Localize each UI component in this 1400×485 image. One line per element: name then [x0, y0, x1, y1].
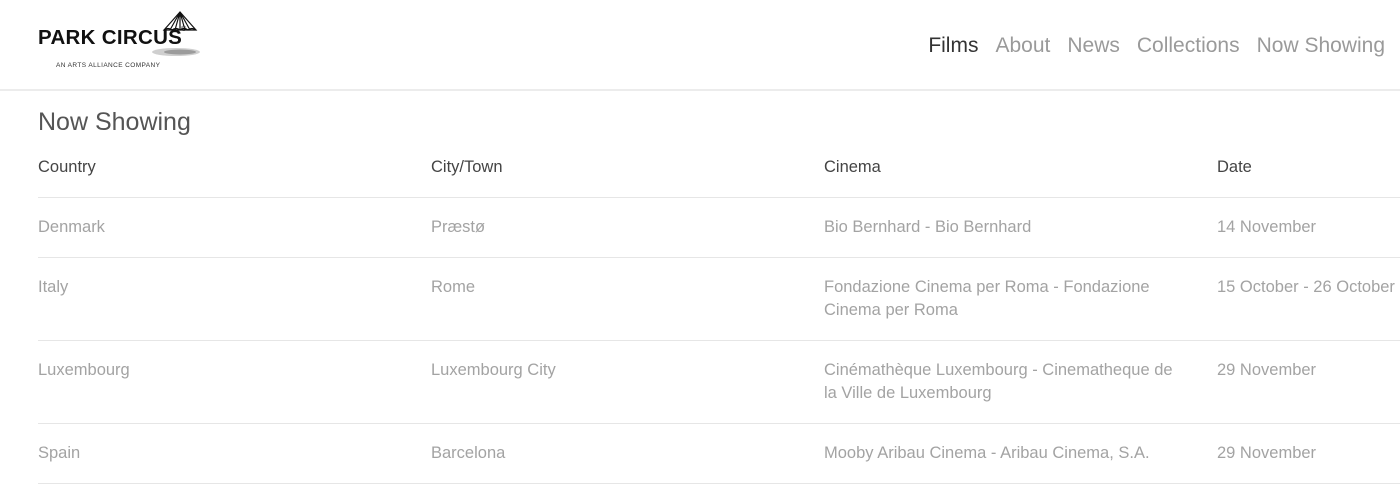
- nav-collections[interactable]: Collections: [1137, 34, 1240, 58]
- cell-country: Spain: [38, 444, 81, 462]
- cell-cinema: Mooby Aribau Cinema - Aribau Cinema, S.A…: [824, 444, 1150, 462]
- cell-date: 15 October - 26 October: [1217, 278, 1395, 296]
- cell-date: 29 November: [1217, 444, 1317, 462]
- cell-country: Luxembourg: [38, 361, 130, 379]
- main-nav: Films About News Collections Now Showing: [928, 34, 1385, 58]
- column-header-cinema: Cinema: [824, 158, 881, 176]
- page-title: Now Showing: [38, 108, 191, 136]
- logo-registered-mark: ®: [181, 26, 187, 33]
- cell-cinema: Cinémathèque Luxembourg - Cinematheque d…: [824, 361, 1173, 402]
- cell-country: Italy: [38, 278, 69, 296]
- table-row: Luxembourg Luxembourg City Cinémathèque …: [38, 341, 1400, 424]
- cell-city: Præstø: [431, 218, 486, 236]
- nav-films[interactable]: Films: [928, 34, 978, 58]
- cell-date: 29 November: [1217, 361, 1317, 379]
- nav-now-showing[interactable]: Now Showing: [1257, 34, 1385, 58]
- cell-cinema: Bio Bernhard - Bio Bernhard: [824, 218, 1032, 236]
- nav-news[interactable]: News: [1067, 34, 1120, 58]
- table-row: Spain Barcelona Mooby Aribau Cinema - Ar…: [38, 424, 1400, 484]
- now-showing-table: Country City/Town Cinema Date Denmark Pr…: [38, 138, 1400, 484]
- cell-city: Rome: [431, 278, 476, 296]
- table-row: Italy Rome Fondazione Cinema per Roma - …: [38, 258, 1400, 341]
- nav-about[interactable]: About: [995, 34, 1050, 58]
- cell-date: 14 November: [1217, 218, 1317, 236]
- column-header-date: Date: [1217, 158, 1252, 176]
- table-header-row: Country City/Town Cinema Date: [38, 138, 1400, 198]
- cell-city: Luxembourg City: [431, 361, 556, 379]
- cell-country: Denmark: [38, 218, 105, 236]
- logo-shadow-swoosh: [152, 48, 200, 56]
- cell-city: Barcelona: [431, 444, 506, 462]
- logo-tagline: AN ARTS ALLIANCE COMPANY: [56, 62, 161, 69]
- cell-cinema: Fondazione Cinema per Roma - Fondazione …: [824, 278, 1150, 319]
- park-circus-logo[interactable]: PARK CIRCUS ® AN ARTS ALLIANCE COMPANY: [38, 11, 208, 72]
- column-header-country: Country: [38, 158, 96, 176]
- table-row: Denmark Præstø Bio Bernhard - Bio Bernha…: [38, 198, 1400, 258]
- column-header-city: City/Town: [431, 158, 503, 176]
- site-header: PARK CIRCUS ® AN ARTS ALLIANCE COMPANY F…: [0, 0, 1400, 91]
